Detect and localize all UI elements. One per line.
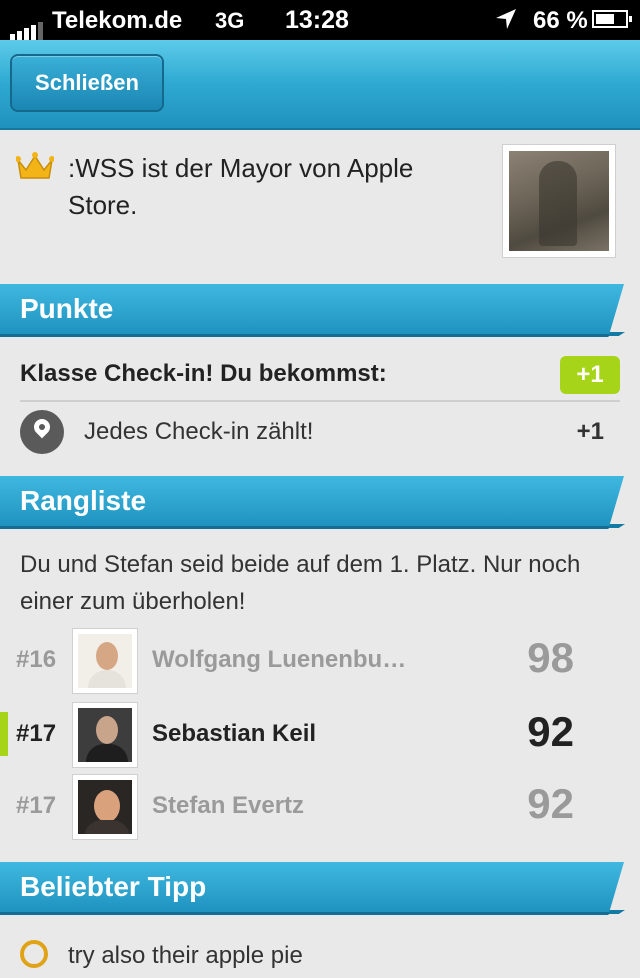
user-name: Wolfgang Luenenbu… [152,646,407,673]
leaderboard-message: Du und Stefan seid beide auf dem 1. Plat… [20,551,581,615]
section-title: Rangliste [20,485,147,516]
user-name: Sebastian Keil [152,720,317,747]
tip-section-header: Beliebter Tipp [0,862,640,915]
points-item-label: Jedes Check-in zählt! [84,418,314,445]
avatar[interactable] [72,628,138,694]
leaderboard-row[interactable]: #17 Stefan Evertz 92 [0,774,640,844]
user-score: 92 [527,708,574,755]
points-summary: Klasse Check-in! Du bekommst: +1 [20,356,620,400]
status-bar: Telekom.de 3G 13:28 66 % [0,0,640,40]
points-section-header: Punkte [0,284,640,337]
points-headline: Klasse Check-in! Du bekommst: [20,360,387,387]
tip-item[interactable]: try also their apple pie [20,938,620,978]
mayor-section: :WSS ist der Mayor von Apple Store. [0,130,640,280]
signal-strength-icon [10,12,45,40]
battery-icon [592,10,632,28]
user-name: Stefan Evertz [152,792,305,819]
network-type: 3G [215,8,245,33]
rank-number: #16 [16,646,57,673]
tip-icon [20,940,48,968]
avatar[interactable] [72,774,138,840]
clock: 13:28 [285,6,349,34]
points-badge: +1 [560,356,620,394]
section-title: Beliebter Tipp [20,871,207,902]
current-user-marker [0,712,8,756]
location-arrow-icon [495,8,517,37]
leaderboard-row-current-user[interactable]: #17 Sebastian Keil 92 [0,702,640,772]
navigation-bar: Schließen [0,40,640,130]
mayor-photo[interactable] [502,144,616,258]
tip-text: try also their apple pie [68,942,303,969]
location-pin-icon [20,410,64,454]
avatar[interactable] [72,702,138,768]
rank-number: #17 [16,720,57,747]
battery-percentage: 66 % [533,7,588,34]
crown-icon [15,152,55,182]
leaderboard-section-header: Rangliste [0,476,640,529]
leaderboard-row[interactable]: #16 Wolfgang Luenenbu… 98 [0,628,640,698]
divider [20,400,620,402]
points-item: Jedes Check-in zählt! +1 [20,410,620,456]
mayor-text: :WSS ist der Mayor von Apple Store. [68,153,414,220]
user-score: 92 [527,780,574,827]
section-title: Punkte [20,293,114,324]
carrier-name: Telekom.de [52,7,183,34]
user-score: 98 [527,634,574,681]
rank-number: #17 [16,792,57,819]
close-button[interactable]: Schließen [10,54,164,112]
points-item-value: +1 [576,418,604,445]
